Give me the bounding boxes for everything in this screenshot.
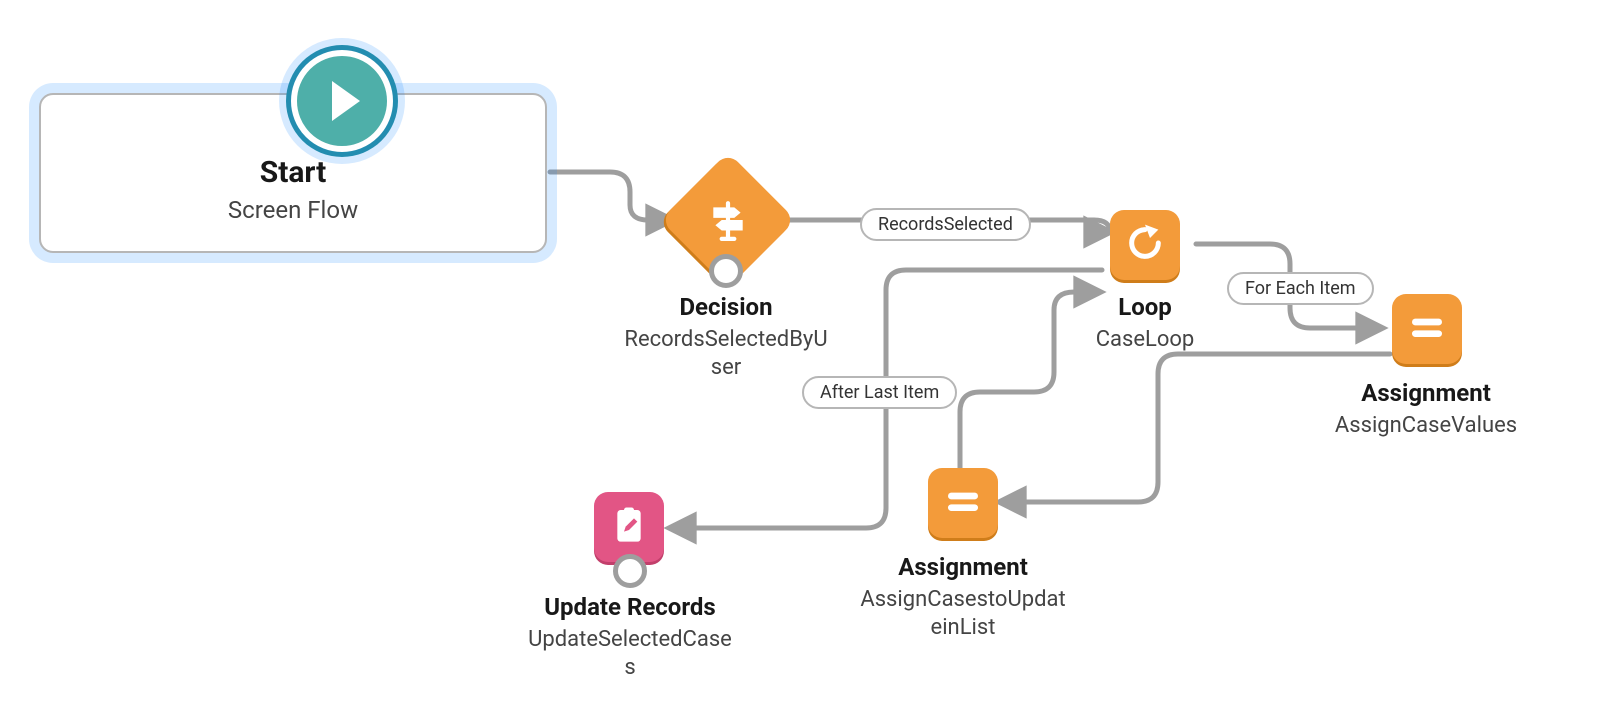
- loop-label: Loop CaseLoop: [1050, 292, 1240, 354]
- decision-fault-connector[interactable]: [709, 254, 743, 288]
- edge-label-for-each-item: For Each Item: [1227, 272, 1374, 305]
- update-records-label: Update Records UpdateSelectedCases: [510, 592, 750, 681]
- assignment2-subtitle: AssignCasestoUpdateinList: [838, 586, 1088, 641]
- decision-title: Decision: [606, 292, 846, 322]
- assignment-casevalues-node[interactable]: [1392, 294, 1462, 364]
- clipboard-edit-icon: [609, 505, 649, 549]
- edge-start-to-decision: [550, 172, 672, 220]
- loop-icon: [1125, 223, 1165, 267]
- assignment-updatelist-node[interactable]: [928, 468, 998, 538]
- decision-subtitle: RecordsSelectedByUser: [606, 326, 846, 381]
- flow-canvas[interactable]: RecordsSelected For Each Item After Last…: [0, 0, 1600, 703]
- loop-title: Loop: [1050, 292, 1240, 322]
- decision-label: Decision RecordsSelectedByUser: [606, 292, 846, 381]
- assignment-casevalues-label: Assignment AssignCaseValues: [1316, 378, 1536, 440]
- loop-subtitle: CaseLoop: [1050, 326, 1240, 354]
- assignment2-title: Assignment: [838, 552, 1088, 582]
- loop-node[interactable]: [1110, 210, 1180, 280]
- equals-icon: [943, 481, 983, 525]
- update-subtitle: UpdateSelectedCases: [510, 626, 750, 681]
- start-node[interactable]: Start Screen Flow: [39, 93, 547, 253]
- start-play-icon: [291, 50, 393, 152]
- assignment1-subtitle: AssignCaseValues: [1316, 412, 1536, 440]
- assignment1-title: Assignment: [1316, 378, 1536, 408]
- update-title: Update Records: [510, 592, 750, 622]
- start-subtitle: Screen Flow: [41, 196, 545, 224]
- edge-label-records-selected: RecordsSelected: [860, 208, 1031, 241]
- equals-icon: [1407, 307, 1447, 351]
- assignment-updatelist-label: Assignment AssignCasestoUpdateinList: [838, 552, 1088, 641]
- start-title: Start: [41, 155, 545, 190]
- update-records-node[interactable]: [594, 492, 664, 562]
- update-fault-connector[interactable]: [613, 554, 647, 588]
- signpost-icon: [698, 190, 758, 250]
